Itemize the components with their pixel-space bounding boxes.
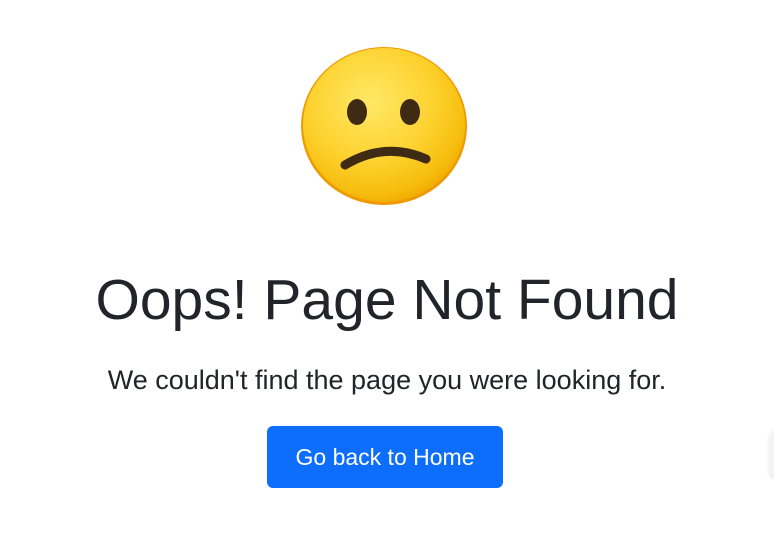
page-title: Oops! Page Not Found (95, 268, 679, 332)
confused-face-icon (299, 45, 469, 207)
go-home-button[interactable]: Go back to Home (267, 426, 503, 488)
not-found-page: Oops! Page Not Found We couldn't find th… (0, 0, 774, 542)
side-widget-tab[interactable] (770, 432, 774, 478)
error-message: We couldn't find the page you were looki… (107, 365, 667, 395)
